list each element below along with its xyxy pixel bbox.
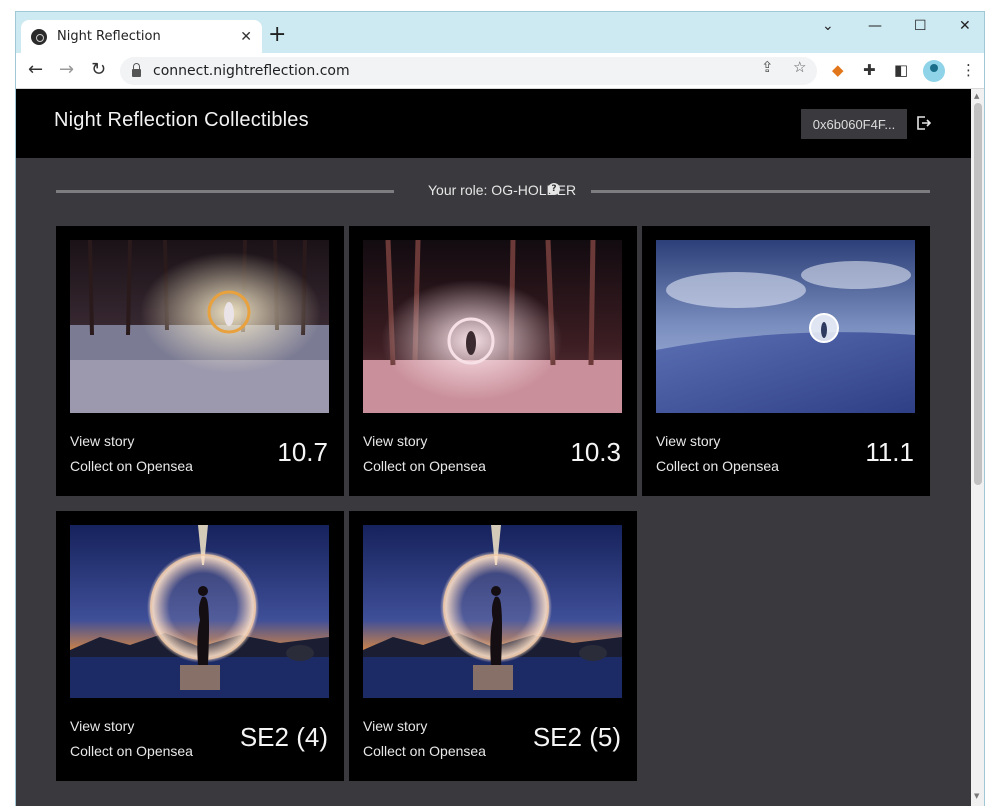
- page-scrollbar[interactable]: ▲ ▼: [971, 89, 984, 806]
- collect-opensea-link[interactable]: Collect on Opensea: [70, 743, 193, 759]
- tab-title: Night Reflection: [57, 29, 161, 44]
- minimize-button[interactable]: —: [868, 18, 882, 34]
- profile-avatar[interactable]: [923, 60, 945, 82]
- view-story-link[interactable]: View story: [656, 433, 720, 449]
- side-panel-icon[interactable]: ◧: [894, 61, 908, 79]
- scroll-down-icon[interactable]: ▼: [974, 792, 979, 800]
- star-icon[interactable]: ☆: [793, 58, 806, 76]
- collectible-number: SE2 (4): [239, 722, 328, 752]
- view-story-link[interactable]: View story: [70, 433, 134, 449]
- browser-window: Night Reflection ✕ + ⌄ — ☐ ✕ ← → ↻ conne…: [15, 11, 985, 806]
- lock-icon[interactable]: [132, 62, 141, 77]
- back-icon[interactable]: ←: [28, 60, 43, 80]
- reload-icon[interactable]: ↻: [91, 60, 106, 80]
- collectible-number: 11.1: [865, 437, 914, 467]
- collect-opensea-link[interactable]: Collect on Opensea: [363, 458, 486, 474]
- collectible-card: View story Collect on Opensea SE2 (5): [349, 511, 637, 781]
- puzzle-icon[interactable]: ✚: [863, 61, 876, 79]
- collectible-image[interactable]: [363, 525, 622, 698]
- collectible-card: View story Collect on Opensea 10.7: [56, 226, 344, 496]
- share-icon[interactable]: ⇪: [761, 58, 774, 76]
- divider-left: [56, 190, 394, 193]
- browser-tab[interactable]: Night Reflection ✕: [21, 20, 262, 53]
- new-tab-button[interactable]: +: [268, 24, 286, 46]
- collect-opensea-link[interactable]: Collect on Opensea: [656, 458, 779, 474]
- collectible-card: View story Collect on Opensea 11.1: [642, 226, 930, 496]
- divider-right: [591, 190, 930, 193]
- collectible-image[interactable]: [70, 525, 329, 698]
- collectible-card: View story Collect on Opensea 10.3: [349, 226, 637, 496]
- logout-icon[interactable]: [916, 115, 931, 131]
- collectible-image[interactable]: [363, 240, 622, 413]
- close-window-button[interactable]: ✕: [959, 18, 971, 34]
- collectible-number: 10.3: [570, 437, 621, 467]
- scrollbar-thumb[interactable]: [974, 103, 982, 485]
- close-tab-icon[interactable]: ✕: [240, 29, 252, 45]
- forward-icon[interactable]: →: [59, 60, 74, 80]
- view-story-link[interactable]: View story: [363, 433, 427, 449]
- scroll-up-icon[interactable]: ▲: [974, 92, 979, 100]
- tab-strip: Night Reflection ✕ + ⌄ — ☐ ✕: [16, 12, 984, 53]
- address-bar[interactable]: connect.nightreflection.com: [120, 57, 817, 85]
- site-title: Night Reflection Collectibles: [54, 109, 309, 131]
- collectible-image[interactable]: [70, 240, 329, 413]
- role-row: Your role: OG-HOLDER ?: [56, 179, 930, 203]
- browser-toolbar: ← → ↻ connect.nightreflection.com ⇪ ☆ ◆ …: [16, 53, 984, 89]
- collect-opensea-link[interactable]: Collect on Opensea: [70, 458, 193, 474]
- wallet-address-button[interactable]: 0x6b060F4F...: [801, 109, 907, 139]
- url-text: connect.nightreflection.com: [153, 63, 350, 79]
- collectible-number: 10.7: [277, 437, 328, 467]
- collectible-number: SE2 (5): [532, 722, 621, 752]
- help-icon[interactable]: ?: [548, 183, 560, 195]
- page-viewport: Night Reflection Collectibles 0x6b060F4F…: [16, 89, 971, 806]
- collectible-image[interactable]: [656, 240, 915, 413]
- metamask-fox-icon[interactable]: ◆: [832, 61, 844, 79]
- kebab-menu-icon[interactable]: ⋮: [961, 61, 976, 79]
- maximize-button[interactable]: ☐: [914, 18, 927, 34]
- view-story-link[interactable]: View story: [70, 718, 134, 734]
- collect-opensea-link[interactable]: Collect on Opensea: [363, 743, 486, 759]
- tab-search-icon[interactable]: ⌄: [822, 18, 834, 34]
- site-header: Night Reflection Collectibles 0x6b060F4F…: [16, 89, 971, 158]
- collectible-card: View story Collect on Opensea SE2 (4): [56, 511, 344, 781]
- site-favicon-icon: [31, 28, 47, 45]
- view-story-link[interactable]: View story: [363, 718, 427, 734]
